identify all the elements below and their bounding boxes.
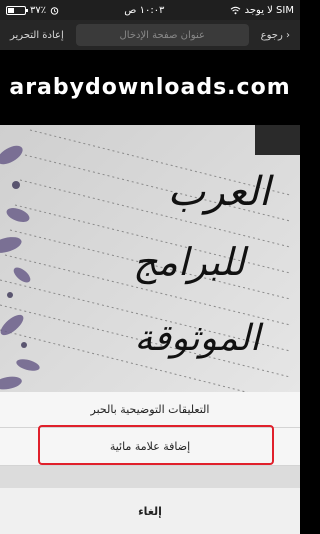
site-watermark: arabydownloads.com <box>9 75 291 100</box>
redo-edit-button[interactable]: إعادة التحرير <box>4 30 70 41</box>
cancel-button[interactable]: إلغاء <box>0 488 300 534</box>
cancel-label: إلغاء <box>138 504 162 518</box>
document-image: العرب للبرامج الموثوقة <box>0 125 300 395</box>
carrier-label: لا يوجد SIM <box>244 4 294 16</box>
back-button[interactable]: رجوع › <box>255 30 296 41</box>
battery-fill <box>8 7 14 13</box>
ink-annotations-label: التعليقات التوضيحية بالحبر <box>90 403 210 416</box>
action-sheet: التعليقات التوضيحية بالحبر إضافة علامة م… <box>0 392 300 534</box>
status-left: ٣٧٪ <box>6 5 59 16</box>
alarm-icon <box>50 6 59 15</box>
handwriting-photo: العرب للبرامج الموثوقة <box>0 125 300 395</box>
status-right: لا يوجد SIM <box>230 5 294 16</box>
sheet-separator <box>0 466 300 488</box>
status-time: ١٠:٠٣ ص <box>124 4 165 16</box>
handwriting-line-1: العرب <box>168 169 274 215</box>
address-placeholder: عنوان صفحة الإدخال <box>119 29 205 41</box>
top-toolbar: إعادة التحرير عنوان صفحة الإدخال رجوع › <box>0 20 300 50</box>
address-bar[interactable]: عنوان صفحة الإدخال <box>75 24 249 46</box>
add-watermark-option[interactable]: إضافة علامة مائية <box>0 428 300 466</box>
add-watermark-label: إضافة علامة مائية <box>109 440 191 453</box>
back-label: رجوع <box>260 29 283 41</box>
battery-percent: ٣٧٪ <box>30 4 47 16</box>
status-bar: ٣٧٪ ١٠:٠٣ ص لا يوجد SIM <box>0 0 300 20</box>
handwriting-line-2: للبرامج <box>133 240 249 285</box>
handwriting-line-3: الموثوقة <box>134 318 264 359</box>
ink-annotations-option[interactable]: التعليقات التوضيحية بالحبر <box>0 392 300 428</box>
chevron-right-icon: › <box>286 29 290 41</box>
watermark-banner: arabydownloads.com <box>0 50 300 125</box>
battery-icon <box>6 5 28 15</box>
wifi-icon <box>230 6 241 15</box>
